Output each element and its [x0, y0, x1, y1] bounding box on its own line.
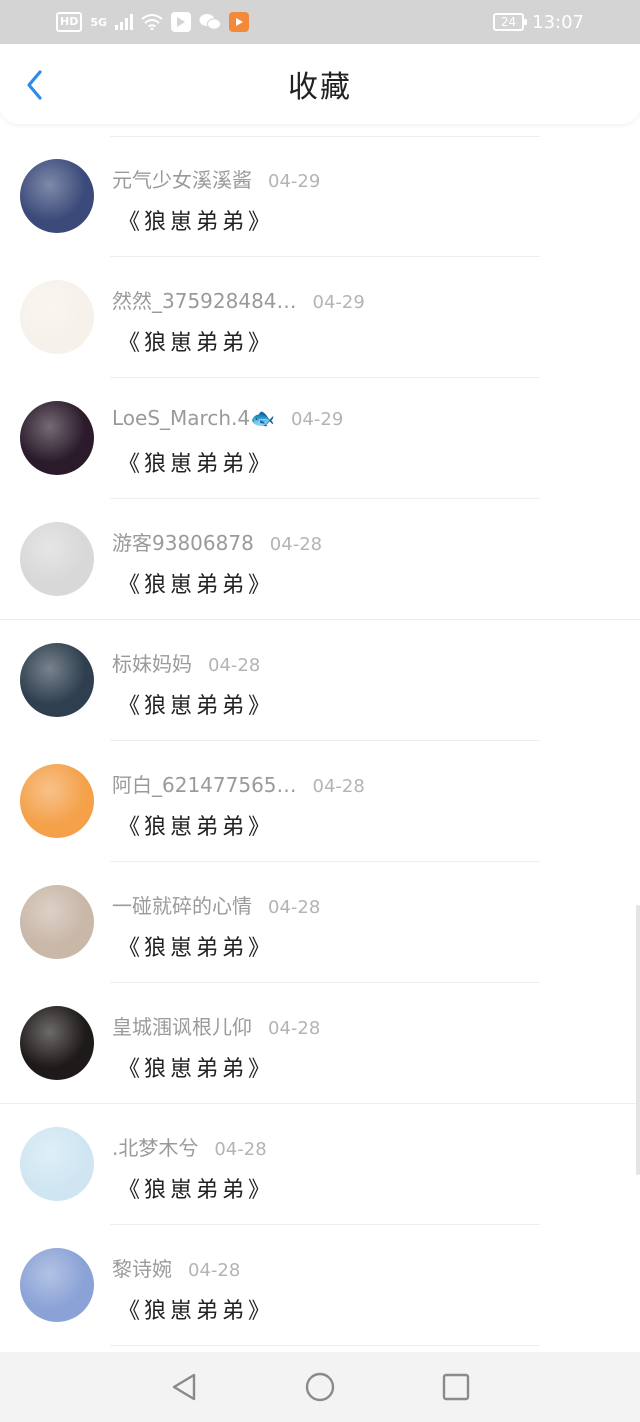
- post-date: 04-28: [269, 534, 323, 555]
- username-text[interactable]: LoeS_March.4🐟: [112, 406, 275, 430]
- username[interactable]: 标妹妈妈 04-28: [112, 648, 260, 677]
- page-title: 收藏: [288, 70, 352, 105]
- username[interactable]: 皇城涠讽根儿仰 04-28: [112, 1011, 320, 1040]
- list-item[interactable]: 游客93806878 04-28 《狼崽弟弟》: [0, 499, 640, 620]
- circle-home-icon: [305, 1372, 335, 1402]
- post-date: 04-29: [290, 409, 344, 430]
- avatar[interactable]: [20, 1248, 94, 1322]
- avatar[interactable]: [20, 1006, 94, 1080]
- nav-home-button[interactable]: [300, 1367, 340, 1407]
- favorite-title[interactable]: 《狼崽弟弟》: [118, 1051, 274, 1083]
- avatar[interactable]: [20, 522, 94, 596]
- post-date: 04-29: [268, 171, 321, 192]
- status-bar: HD 5G 24 13:07: [0, 0, 640, 44]
- post-date: 04-28: [268, 897, 321, 918]
- favorite-title[interactable]: 《狼崽弟弟》: [118, 204, 274, 236]
- favorite-title[interactable]: 《狼崽弟弟》: [118, 1293, 274, 1325]
- post-date: 04-28: [208, 655, 261, 676]
- username-text[interactable]: 皇城涠讽根儿仰: [112, 1015, 252, 1039]
- username[interactable]: 黎诗婉 04-28: [112, 1253, 240, 1282]
- favorite-title[interactable]: 《狼崽弟弟》: [118, 930, 274, 962]
- username-text[interactable]: 游客93806878: [112, 531, 254, 555]
- username[interactable]: LoeS_March.4🐟 04-29: [112, 406, 343, 430]
- favorites-list: 元气少女溪溪酱 04-29 《狼崽弟弟》 然然_375928484… 04-29 《狼崽弟…: [0, 136, 640, 1346]
- clock: 13:07: [532, 11, 584, 33]
- list-item[interactable]: 标妹妈妈 04-28 《狼崽弟弟》: [0, 620, 640, 741]
- avatar[interactable]: [20, 401, 94, 475]
- username[interactable]: 一碰就碎的心情 04-28: [112, 890, 320, 919]
- video-app-icon: [229, 12, 250, 32]
- avatar[interactable]: [20, 280, 94, 354]
- app-arrow-icon: [171, 12, 192, 32]
- hd-icon: HD: [56, 12, 83, 32]
- avatar[interactable]: [20, 885, 94, 959]
- avatar[interactable]: [20, 643, 94, 717]
- list-item[interactable]: 皇城涠讽根儿仰 04-28 《狼崽弟弟》: [0, 983, 640, 1104]
- battery-icon: 24: [492, 13, 528, 31]
- post-date: 04-28: [214, 1139, 267, 1160]
- post-date: 04-28: [188, 1260, 241, 1281]
- post-date: 04-28: [312, 776, 365, 797]
- list-item[interactable]: 一碰就碎的心情 04-28 《狼崽弟弟》: [0, 862, 640, 983]
- favorite-title[interactable]: 《狼崽弟弟》: [118, 1172, 274, 1204]
- wifi-icon: [141, 12, 163, 32]
- list-item[interactable]: 阿白_621477565… 04-28 《狼崽弟弟》: [0, 741, 640, 862]
- nav-recents-button[interactable]: [436, 1367, 476, 1407]
- post-date: 04-29: [312, 292, 365, 313]
- username[interactable]: 然然_375928484… 04-29: [112, 285, 365, 314]
- back-button[interactable]: [18, 68, 50, 102]
- triangle-back-icon: [172, 1373, 196, 1401]
- username-text[interactable]: 标妹妈妈: [112, 652, 192, 676]
- list-item[interactable]: .北梦木兮 04-28 《狼崽弟弟》: [0, 1104, 640, 1225]
- username-text[interactable]: 元气少女溪溪酱: [112, 168, 252, 192]
- post-date: 04-28: [268, 1018, 321, 1039]
- favorite-title[interactable]: 《狼崽弟弟》: [118, 688, 274, 720]
- list-item[interactable]: 然然_375928484… 04-29 《狼崽弟弟》: [0, 257, 640, 378]
- username-text[interactable]: 黎诗婉: [112, 1257, 172, 1281]
- scrollbar[interactable]: [636, 905, 640, 1175]
- avatar[interactable]: [20, 1127, 94, 1201]
- list-item[interactable]: LoeS_March.4🐟 04-29 《狼崽弟弟》: [0, 378, 640, 499]
- username[interactable]: .北梦木兮 04-28: [112, 1132, 267, 1161]
- square-recents-icon: [442, 1373, 470, 1401]
- username-text[interactable]: 然然_375928484…: [112, 289, 297, 313]
- username-text[interactable]: 一碰就碎的心情: [112, 894, 252, 918]
- list-item[interactable]: 黎诗婉 04-28 《狼崽弟弟》: [0, 1225, 640, 1346]
- chevron-left-icon: [27, 70, 42, 100]
- status-left: HD 5G: [56, 12, 250, 32]
- username-text[interactable]: 阿白_621477565…: [112, 773, 297, 797]
- avatar[interactable]: [20, 159, 94, 233]
- username[interactable]: 元气少女溪溪酱 04-29: [112, 164, 320, 193]
- wechat-icon: [199, 12, 222, 32]
- favorite-title[interactable]: 《狼崽弟弟》: [118, 325, 274, 357]
- favorite-title[interactable]: 《狼崽弟弟》: [118, 446, 274, 478]
- status-right: 24 13:07: [492, 11, 584, 33]
- favorite-title[interactable]: 《狼崽弟弟》: [118, 809, 274, 841]
- avatar[interactable]: [20, 764, 94, 838]
- signal-5g-label: 5G: [90, 15, 108, 29]
- username[interactable]: 阿白_621477565… 04-28: [112, 769, 365, 798]
- system-nav-bar: [0, 1352, 640, 1422]
- username[interactable]: 游客93806878 04-28: [112, 527, 322, 556]
- username-text[interactable]: .北梦木兮: [112, 1136, 198, 1160]
- signal-bars-icon: [115, 12, 134, 32]
- favorite-title[interactable]: 《狼崽弟弟》: [118, 567, 274, 599]
- divider: [110, 1345, 540, 1346]
- screen: HD 5G 24 13:07 收藏 元气少女溪溪酱 04-29 《狼崽弟弟》 然…: [0, 0, 640, 1422]
- header: 收藏: [0, 44, 640, 124]
- nav-back-button[interactable]: [164, 1367, 204, 1407]
- list-item[interactable]: 元气少女溪溪酱 04-29 《狼崽弟弟》: [0, 136, 640, 257]
